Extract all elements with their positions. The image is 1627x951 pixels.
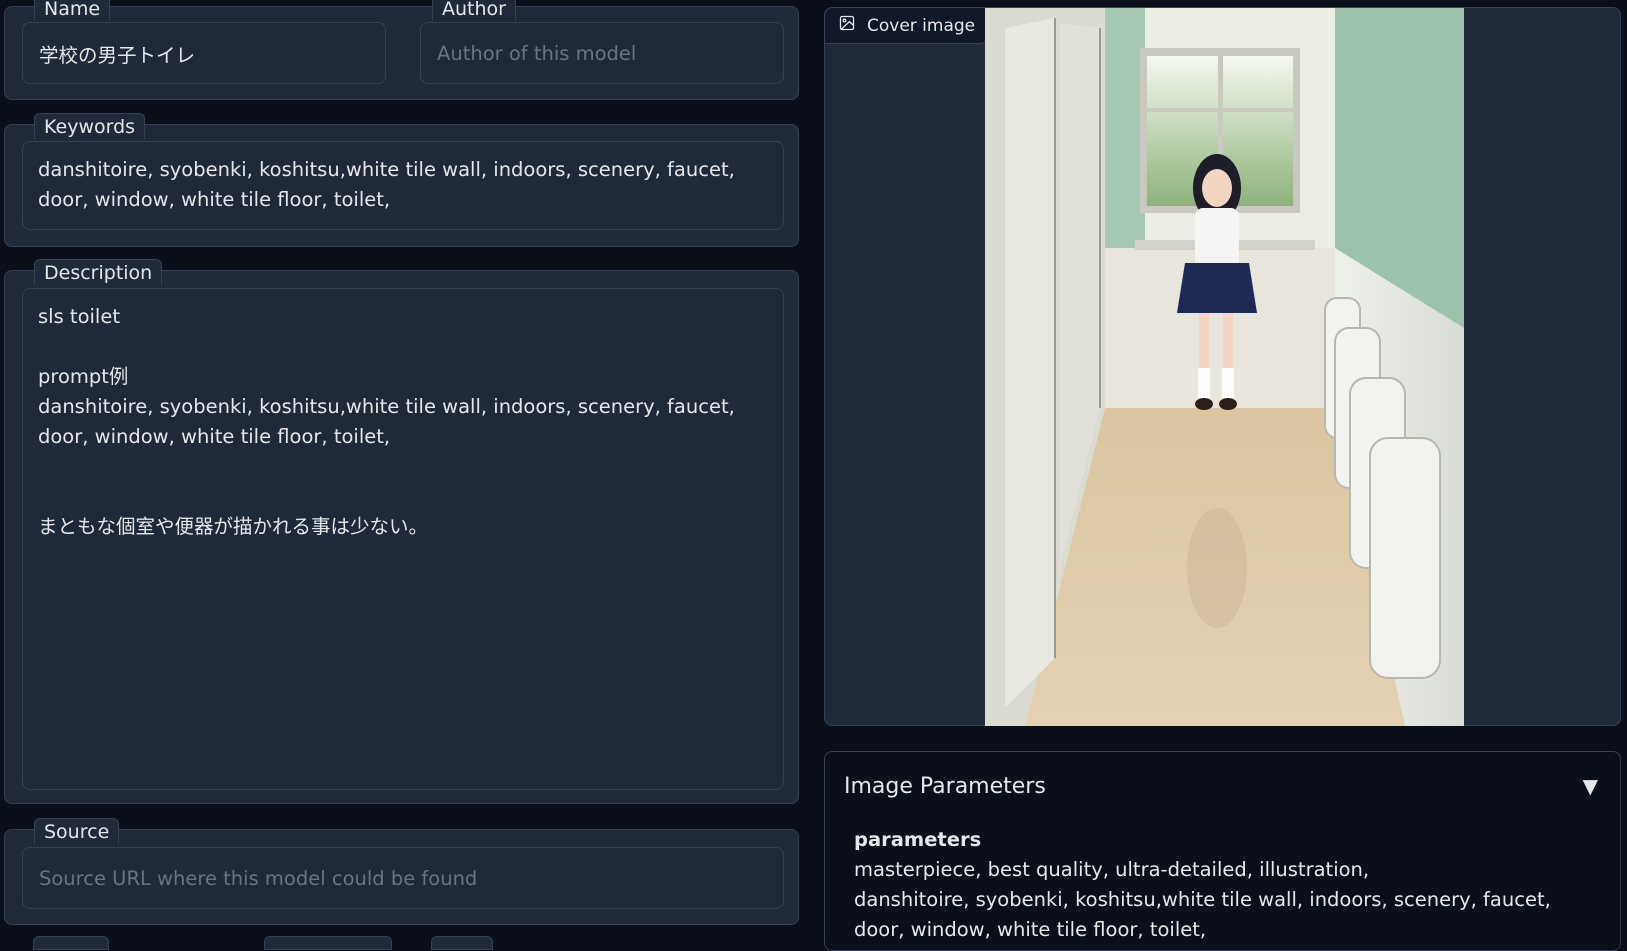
keywords-label: Keywords [34,113,146,139]
partial-label-2 [264,936,392,950]
source-input[interactable] [22,847,784,909]
source-block: Source [4,818,799,925]
cover-image[interactable] [985,8,1464,726]
partial-label-1 [33,936,109,950]
name-label: Name [34,0,111,21]
name-input[interactable] [22,22,386,84]
parameters-text: masterpiece, best quality, ultra-detaile… [854,858,1551,941]
partial-label-3 [431,936,493,950]
cover-image-label: Cover image [867,15,976,36]
image-parameters-content: parameters masterpiece, best quality, ul… [854,825,1594,945]
source-label: Source [34,818,120,844]
image-parameters-panel: Image Parameters ▼ parameters masterpiec… [824,751,1621,951]
cover-image-tab: Cover image [825,8,989,44]
keywords-textarea[interactable]: danshitoire, syobenki, koshitsu,white ti… [22,141,784,230]
description-label: Description [34,259,163,285]
description-textarea[interactable]: sls toilet prompt例 danshitoire, syobenki… [22,288,784,790]
image-icon [839,15,855,36]
keywords-block: Keywords danshitoire, syobenki, koshitsu… [4,113,799,247]
author-label: Author [432,0,516,21]
description-block: Description sls toilet prompt例 danshitoi… [4,259,799,804]
name-author-block: Name Author [4,0,799,100]
image-parameters-title[interactable]: Image Parameters [844,774,1046,799]
collapse-arrow-icon[interactable]: ▼ [1583,774,1598,798]
cover-image-panel: Cover image [824,7,1621,726]
parameters-key: parameters [854,828,982,851]
author-input[interactable] [420,22,784,84]
